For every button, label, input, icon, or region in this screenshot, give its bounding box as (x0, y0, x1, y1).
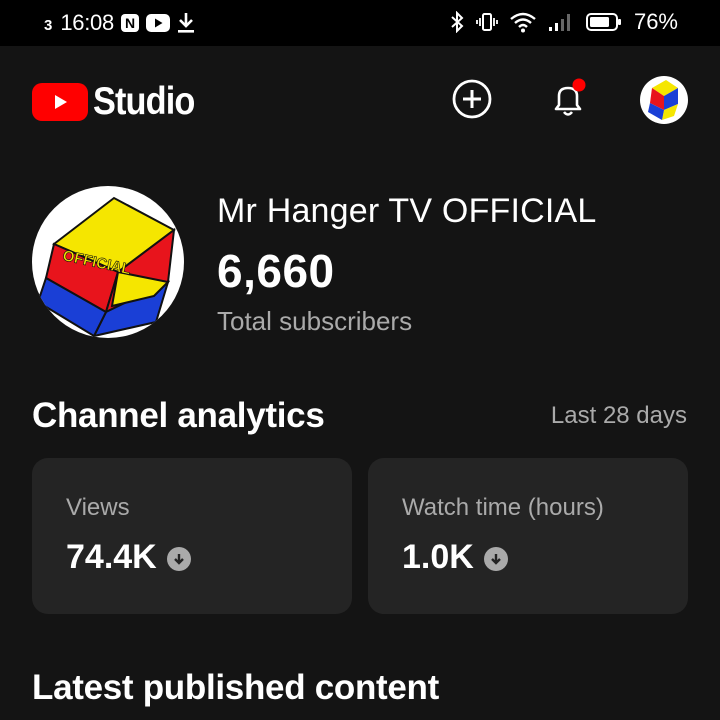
channel-logo-icon: OFFICIAL (36, 196, 176, 338)
youtube-play-icon (32, 83, 88, 121)
bluetooth-icon (450, 11, 464, 33)
analytics-period: Last 28 days (550, 402, 687, 429)
views-value-row: 74.4K (66, 538, 191, 577)
views-value: 74.4K (66, 538, 157, 576)
trend-down-icon (483, 546, 508, 571)
vibrate-icon (476, 11, 498, 33)
notifications-button[interactable] (545, 76, 591, 122)
create-icon (452, 79, 492, 119)
watch-time-value: 1.0K (402, 538, 474, 576)
svg-text:N: N (125, 15, 135, 31)
watch-time-label: Watch time (hours) (402, 494, 604, 521)
create-button[interactable] (449, 76, 495, 122)
channel-name: Mr Hanger TV OFFICIAL (217, 192, 597, 230)
subscriber-label: Total subscribers (217, 306, 413, 336)
logo-text: Studio (93, 80, 195, 123)
notifications-icon (554, 78, 586, 116)
status-bar: 3 16:08 N 76% (0, 0, 720, 46)
download-icon (176, 12, 196, 34)
battery-percentage: 76% (633, 9, 678, 34)
app-header: Studio (0, 46, 720, 156)
watch-time-card[interactable]: Watch time (hours) 1.0K (368, 458, 688, 614)
subscriber-count: 6,660 (217, 245, 335, 297)
latest-content-title: Latest published content (32, 668, 439, 707)
channel-analytics-title: Channel analytics (32, 396, 325, 435)
nfc-icon: N (120, 13, 140, 33)
channel-logo-icon (648, 80, 678, 120)
views-card[interactable]: Views 74.4K (32, 458, 352, 614)
account-avatar[interactable] (640, 76, 688, 124)
signal-icon (548, 12, 574, 32)
studio-logo[interactable]: Studio (32, 80, 208, 124)
wifi-icon (510, 11, 536, 33)
battery-icon (585, 12, 622, 32)
sim-indicator: 3 (44, 16, 53, 34)
youtube-notification-icon (145, 14, 170, 32)
views-label: Views (66, 494, 130, 521)
status-time: 16:08 (60, 10, 114, 35)
trend-down-icon (166, 546, 191, 571)
channel-avatar[interactable]: OFFICIAL (32, 186, 184, 338)
watch-time-value-row: 1.0K (402, 538, 508, 577)
